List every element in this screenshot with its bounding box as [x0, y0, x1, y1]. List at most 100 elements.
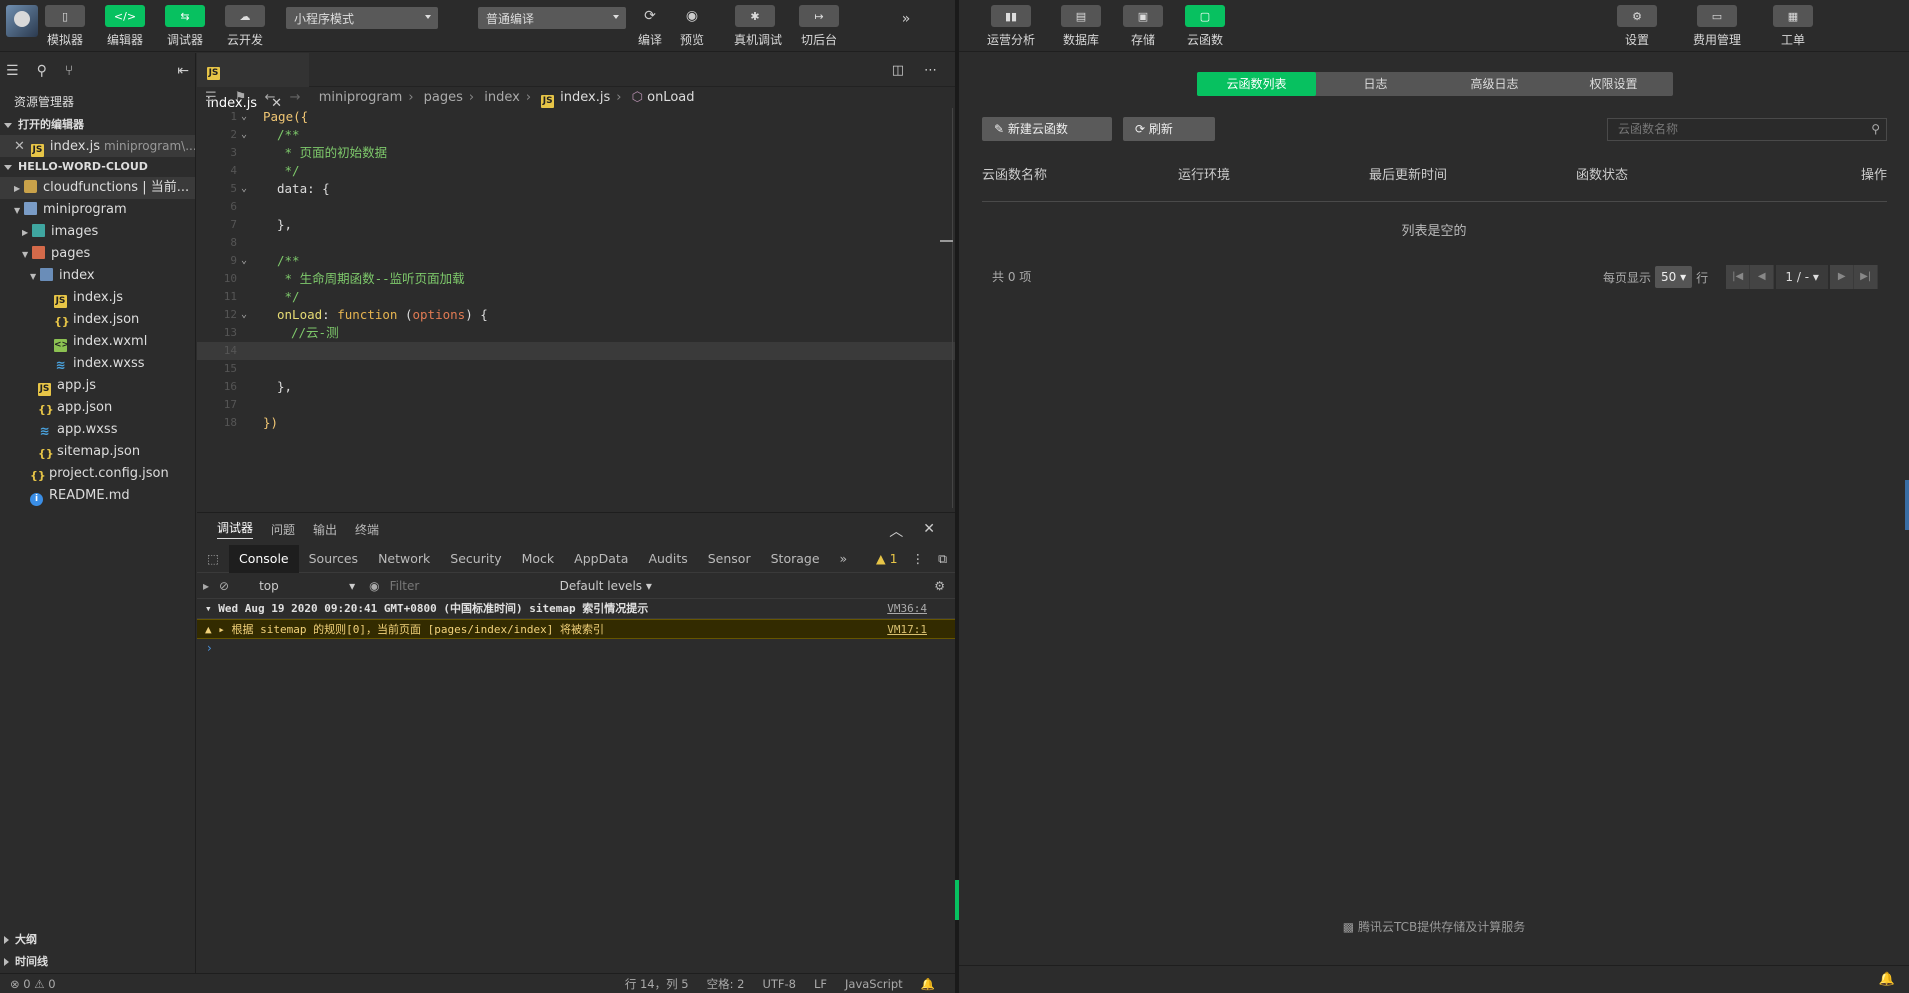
sidebar-toggle-icon[interactable]: ▸: [203, 579, 209, 593]
breadcrumb-item[interactable]: pages: [424, 90, 463, 105]
bookmark-icon[interactable]: ⚑: [235, 90, 247, 105]
open-editor-item[interactable]: ✕ JS index.js miniprogram\...: [0, 135, 195, 157]
tree-item-project-config[interactable]: {} project.config.json: [0, 463, 195, 485]
mode-select[interactable]: 小程序模式: [286, 7, 438, 29]
gear-icon[interactable]: ⚙: [934, 579, 955, 593]
tab-debugger[interactable]: 调试器: [217, 519, 254, 539]
cursor-position[interactable]: 行 14，列 5: [625, 974, 689, 993]
inspect-element-icon[interactable]: ⬚: [197, 551, 229, 566]
tab-terminal[interactable]: 终端: [355, 521, 379, 538]
tab-sensor[interactable]: Sensor: [698, 545, 761, 573]
tab-storage[interactable]: Storage: [761, 545, 830, 573]
ticket-button[interactable]: ▦ 工单: [1765, 5, 1821, 48]
tree-item-app-wxss[interactable]: ≋ app.wxss: [0, 419, 195, 441]
context-select[interactable]: top ▾: [239, 579, 359, 593]
tab-network[interactable]: Network: [368, 545, 440, 573]
breadcrumb-item[interactable]: index: [484, 90, 520, 105]
settings-button[interactable]: ⚙ 设置: [1609, 5, 1665, 48]
tree-item-app-json[interactable]: {} app.json: [0, 397, 195, 419]
billing-button[interactable]: ▭ 费用管理: [1689, 5, 1745, 48]
function-search-input[interactable]: 云函数名称 ⚲: [1607, 118, 1887, 141]
tree-item-cloudfunctions[interactable]: ▶ cloudfunctions | 当前...: [0, 177, 195, 199]
prev-page-icon[interactable]: ◀: [1750, 265, 1775, 289]
bell-icon[interactable]: 🔔: [1879, 972, 1895, 987]
tab-mock[interactable]: Mock: [512, 545, 565, 573]
git-branch-icon[interactable]: ⑂: [65, 63, 73, 79]
functions-button[interactable]: ▢ 云函数: [1177, 5, 1233, 48]
tree-item-index-json[interactable]: {} index.json: [0, 309, 195, 331]
fold-icon[interactable]: ⌄: [241, 252, 247, 270]
refresh-button[interactable]: ⟳ 刷新: [1123, 117, 1215, 141]
analytics-button[interactable]: ▮▮ 运营分析: [983, 5, 1039, 48]
console-warning[interactable]: ▲ ▸ 根据 sitemap 的规则[0]，当前页面 [pages/index/…: [197, 619, 955, 639]
tree-item-miniprogram[interactable]: ▼ miniprogram: [0, 199, 195, 221]
eye-icon[interactable]: ◉: [369, 579, 379, 593]
console-log-group[interactable]: ▾ Wed Aug 19 2020 09:20:41 GMT+0800 (中国标…: [197, 599, 955, 619]
tree-item-index-wxss[interactable]: ≋ index.wxss: [0, 353, 195, 375]
fold-icon[interactable]: ⌄: [241, 180, 247, 198]
kebab-menu-icon[interactable]: ⋮: [912, 551, 925, 567]
next-page-icon[interactable]: ▶: [1830, 265, 1855, 289]
encoding[interactable]: UTF-8: [762, 974, 796, 993]
outline-section[interactable]: 大纲: [0, 929, 196, 951]
problems-indicator[interactable]: ⊗ 0 ⚠ 0: [10, 974, 56, 993]
tab-sources[interactable]: Sources: [299, 545, 368, 573]
compile-select[interactable]: 普通编译: [478, 7, 626, 29]
code-editor[interactable]: 1 ⌄ Page({ 2 ⌄ /** 3 * 页面的初始数据 4 */ 5 ⌄ data: …: [197, 108, 955, 508]
preview-button[interactable]: ◉ 预览: [678, 5, 706, 48]
tab-audits[interactable]: Audits: [638, 545, 697, 573]
tree-item-index-folder[interactable]: ▼ index: [0, 265, 195, 287]
tab-logs[interactable]: 日志: [1316, 72, 1435, 96]
cloud-dev-button[interactable]: ☁ 云开发: [224, 5, 266, 48]
more-tabs-icon[interactable]: »: [830, 545, 858, 573]
back-icon[interactable]: ←: [265, 90, 276, 105]
log-source-link[interactable]: VM17:1: [887, 620, 927, 640]
list-icon[interactable]: ☰: [6, 63, 19, 79]
new-function-button[interactable]: ✎ 新建云函数: [982, 117, 1112, 141]
project-section[interactable]: HELLO-WORD-CLOUD: [0, 157, 195, 177]
tab-console[interactable]: Console: [229, 544, 299, 573]
more-toolbar-button[interactable]: »: [896, 8, 916, 30]
bell-icon[interactable]: 🔔: [921, 974, 935, 993]
storage-button[interactable]: ▣ 存储: [1115, 5, 1171, 48]
tree-item-app-js[interactable]: JS app.js: [0, 375, 195, 397]
breadcrumb-item[interactable]: onLoad: [647, 90, 694, 105]
list-icon[interactable]: ☰: [205, 90, 217, 105]
avatar[interactable]: [6, 5, 38, 37]
fold-icon[interactable]: ⌄: [241, 126, 247, 144]
tab-function-list[interactable]: 云函数列表: [1197, 72, 1316, 96]
tree-item-index-js[interactable]: JS index.js: [0, 287, 195, 309]
undock-icon[interactable]: ⧉: [938, 551, 947, 567]
split-editor-icon[interactable]: ◫: [892, 63, 904, 78]
breadcrumb-item[interactable]: miniprogram: [319, 90, 403, 105]
database-button[interactable]: ▤ 数据库: [1053, 5, 1109, 48]
page-select[interactable]: 1 / - ▾: [1776, 265, 1829, 289]
fold-icon[interactable]: ⌄: [241, 108, 247, 126]
tab-problems[interactable]: 问题: [271, 521, 295, 538]
tree-item-index-wxml[interactable]: <> index.wxml: [0, 331, 195, 353]
simulator-button[interactable]: ▯ 模拟器: [44, 5, 86, 48]
console-filter-input[interactable]: Filter: [390, 579, 550, 593]
tab-appdata[interactable]: AppData: [564, 545, 638, 573]
per-page-select[interactable]: 50 ▾: [1655, 266, 1693, 288]
tree-item-pages[interactable]: ▼ pages: [0, 243, 195, 265]
tab-index-js[interactable]: JSindex.js ✕: [197, 53, 309, 111]
close-icon[interactable]: ✕: [923, 521, 935, 541]
tree-item-sitemap-json[interactable]: {} sitemap.json: [0, 441, 195, 463]
open-editors-section[interactable]: 打开的编辑器: [0, 115, 195, 135]
editor-scrollbar[interactable]: [952, 108, 953, 508]
editor-button[interactable]: </> 编辑器: [104, 5, 146, 48]
tab-output[interactable]: 输出: [313, 521, 337, 538]
more-icon[interactable]: ⋯: [924, 63, 937, 78]
fold-icon[interactable]: ⌄: [241, 306, 247, 324]
tab-advanced-logs[interactable]: 高级日志: [1435, 72, 1554, 96]
log-source-link[interactable]: VM36:4: [887, 599, 927, 619]
line-ending[interactable]: LF: [814, 974, 827, 993]
tab-permissions[interactable]: 权限设置: [1554, 72, 1673, 96]
tab-security[interactable]: Security: [440, 545, 511, 573]
log-levels-select[interactable]: Default levels ▾: [560, 579, 652, 593]
tree-item-images[interactable]: ▶ images: [0, 221, 195, 243]
real-debug-button[interactable]: ✱ 真机调试: [734, 5, 782, 48]
timeline-section[interactable]: 时间线: [0, 951, 196, 973]
warning-count[interactable]: ▲ 1: [876, 551, 898, 567]
